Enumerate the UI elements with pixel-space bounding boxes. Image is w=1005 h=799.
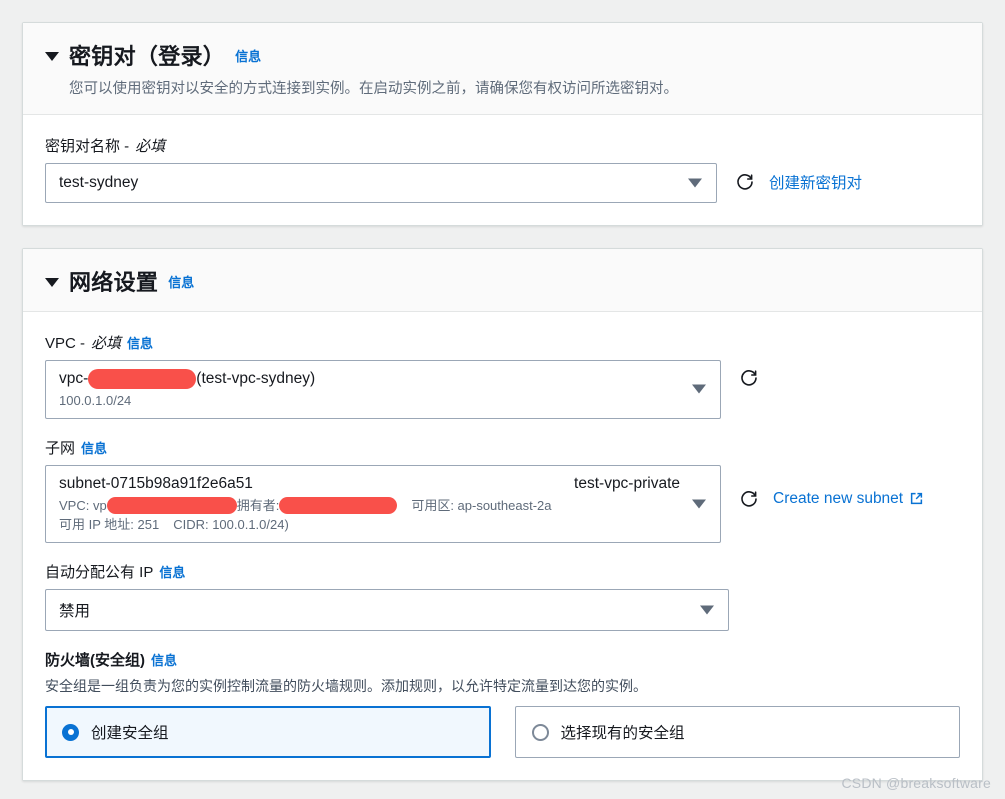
key-pair-card: 密钥对（登录） 信息 您可以使用密钥对以安全的方式连接到实例。在启动实例之前，请… bbox=[22, 22, 983, 227]
firewall-label-text: 防火墙(安全组) bbox=[45, 651, 145, 669]
network-settings-header: 网络设置 信息 bbox=[23, 249, 982, 313]
key-pair-actions: 创建新密钥对 bbox=[735, 163, 862, 193]
subnet-label: 子网 信息 bbox=[45, 437, 960, 458]
create-key-pair-label: 创建新密钥对 bbox=[769, 175, 863, 193]
subnet-vpc-prefix: VPC: vp bbox=[59, 497, 107, 513]
firewall-option-create-label: 创建安全组 bbox=[91, 725, 169, 743]
auto-public-ip-field: 自动分配公有 IP 信息 禁用 bbox=[45, 561, 960, 631]
firewall-option-existing-label: 选择现有的安全组 bbox=[560, 725, 685, 743]
network-settings-info-link[interactable]: 信息 bbox=[168, 272, 194, 291]
vpc-value-suffix: (test-vpc-sydney) bbox=[196, 370, 316, 388]
key-pair-description: 您可以使用密钥对以安全的方式连接到实例。在启动实例之前，请确保您有权访问所选密钥… bbox=[69, 81, 678, 97]
firewall-option-create[interactable]: 创建安全组 bbox=[45, 706, 491, 759]
key-pair-required-text: 必填 bbox=[135, 138, 166, 156]
subnet-name: test-vpc-private bbox=[574, 474, 680, 492]
refresh-icon[interactable] bbox=[735, 172, 755, 192]
auto-public-ip-label: 自动分配公有 IP 信息 bbox=[45, 561, 960, 582]
auto-public-ip-select[interactable]: 禁用 bbox=[45, 588, 729, 631]
subnet-owner-prefix: 拥有者: bbox=[236, 497, 280, 513]
chevron-down-icon bbox=[700, 605, 714, 615]
radio-selected-icon bbox=[62, 723, 79, 741]
create-subnet-link[interactable]: Create new subnet bbox=[773, 490, 924, 508]
chevron-down-icon bbox=[692, 384, 706, 394]
key-pair-header: 密钥对（登录） 信息 您可以使用密钥对以安全的方式连接到实例。在启动实例之前，请… bbox=[23, 23, 982, 116]
vpc-value-wrap: vpc- (test-vpc-sydney) bbox=[59, 369, 315, 390]
firewall-description: 安全组是一组负责为您的实例控制流量的防火墙规则。添加规则，以允许特定流量到达您的… bbox=[45, 677, 647, 694]
key-pair-control-row: test-sydney 创建新密钥对 bbox=[45, 163, 960, 204]
key-pair-title: 密钥对（登录） bbox=[69, 44, 226, 69]
subnet-meta-line-1: VPC: vp 拥有者: 可用区: ap-southeast-2a bbox=[59, 496, 680, 515]
refresh-icon[interactable] bbox=[739, 368, 759, 388]
vpc-id-redaction bbox=[88, 369, 197, 390]
network-settings-card: 网络设置 信息 VPC - 必填 信息 vpc- (test-vpc-sydney… bbox=[22, 248, 983, 782]
key-pair-selected-value: test-sydney bbox=[59, 174, 139, 192]
vpc-cidr: 100.0.1.0/24 bbox=[59, 393, 132, 409]
refresh-icon[interactable] bbox=[739, 489, 759, 509]
subnet-availability-zone: 可用区: ap-southeast-2a bbox=[411, 497, 552, 513]
subnet-meta-line-2: 可用 IP 地址: 251 CIDR: 100.0.1.0/24) bbox=[59, 516, 680, 534]
subnet-info-link[interactable]: 信息 bbox=[81, 438, 107, 457]
firewall-field: 防火墙(安全组) 信息 安全组是一组负责为您的实例控制流量的防火墙规则。添加规则… bbox=[45, 649, 960, 759]
key-pair-name-field: 密钥对名称 - 必填 test-sydney 创建新密钥对 bbox=[45, 135, 960, 204]
firewall-info-link[interactable]: 信息 bbox=[151, 650, 177, 669]
subnet-id: subnet-0715b98a91f2e6a51 bbox=[59, 474, 253, 492]
vpc-value-prefix: vpc- bbox=[59, 370, 89, 388]
radio-unselected-icon bbox=[531, 723, 549, 741]
caret-down-icon[interactable] bbox=[45, 52, 59, 61]
key-pair-name-label: 密钥对名称 - 必填 bbox=[45, 135, 960, 156]
network-settings-body: VPC - 必填 信息 vpc- (test-vpc-sydney) 100.0.… bbox=[23, 312, 982, 781]
auto-public-ip-label-text: 自动分配公有 IP bbox=[45, 563, 154, 581]
subnet-actions: Create new subnet bbox=[739, 465, 924, 509]
key-pair-body: 密钥对名称 - 必填 test-sydney 创建新密钥对 bbox=[23, 115, 982, 226]
vpc-label-text: VPC - bbox=[45, 335, 86, 353]
subnet-control-row: subnet-0715b98a91f2e6a51 test-vpc-privat… bbox=[45, 464, 960, 543]
vpc-actions bbox=[739, 360, 759, 388]
key-pair-select[interactable]: test-sydney bbox=[45, 163, 717, 204]
vpc-control-row: vpc- (test-vpc-sydney) 100.0.1.0/24 bbox=[45, 360, 960, 419]
network-title-row: 网络设置 信息 bbox=[45, 265, 960, 297]
subnet-owner-redaction bbox=[279, 496, 398, 514]
network-settings-title: 网络设置 bbox=[69, 270, 159, 296]
subnet-available-ips: 可用 IP 地址: 251 bbox=[59, 517, 160, 533]
vpc-label: VPC - 必填 信息 bbox=[45, 332, 960, 353]
subnet-label-text: 子网 bbox=[45, 439, 76, 457]
auto-public-ip-info-link[interactable]: 信息 bbox=[159, 562, 185, 581]
external-link-icon bbox=[909, 491, 924, 506]
key-pair-title-row: 密钥对（登录） 信息 bbox=[45, 39, 960, 71]
subnet-cidr: CIDR: 100.0.1.0/24) bbox=[173, 517, 289, 533]
caret-down-icon[interactable] bbox=[45, 278, 59, 288]
subnet-vpc-redaction bbox=[106, 496, 237, 514]
auto-public-ip-value: 禁用 bbox=[59, 602, 91, 620]
vpc-info-link[interactable]: 信息 bbox=[127, 333, 153, 352]
chevron-down-icon bbox=[692, 499, 706, 509]
chevron-down-icon bbox=[688, 178, 702, 188]
launch-instance-form: 密钥对（登录） 信息 您可以使用密钥对以安全的方式连接到实例。在启动实例之前，请… bbox=[0, 0, 1005, 782]
subnet-field: 子网 信息 subnet-0715b98a91f2e6a51 test-vpc-… bbox=[45, 437, 960, 543]
subnet-value-line: subnet-0715b98a91f2e6a51 test-vpc-privat… bbox=[59, 474, 680, 495]
firewall-options: 创建安全组 选择现有的安全组 bbox=[45, 706, 960, 759]
firewall-option-existing[interactable]: 选择现有的安全组 bbox=[514, 706, 960, 759]
key-pair-name-label-text: 密钥对名称 - bbox=[45, 138, 130, 156]
create-subnet-label: Create new subnet bbox=[773, 489, 904, 507]
vpc-value-line: vpc- (test-vpc-sydney) bbox=[59, 369, 680, 390]
key-pair-info-link[interactable]: 信息 bbox=[235, 46, 261, 65]
firewall-label: 防火墙(安全组) 信息 bbox=[45, 649, 960, 670]
vpc-select[interactable]: vpc- (test-vpc-sydney) 100.0.1.0/24 bbox=[45, 360, 721, 419]
subnet-select[interactable]: subnet-0715b98a91f2e6a51 test-vpc-privat… bbox=[45, 464, 721, 543]
vpc-field: VPC - 必填 信息 vpc- (test-vpc-sydney) 100.0.… bbox=[45, 332, 960, 419]
create-key-pair-link[interactable]: 创建新密钥对 bbox=[769, 171, 862, 193]
vpc-required-text: 必填 bbox=[91, 335, 122, 353]
watermark: CSDN @breaksoftware bbox=[841, 775, 991, 791]
